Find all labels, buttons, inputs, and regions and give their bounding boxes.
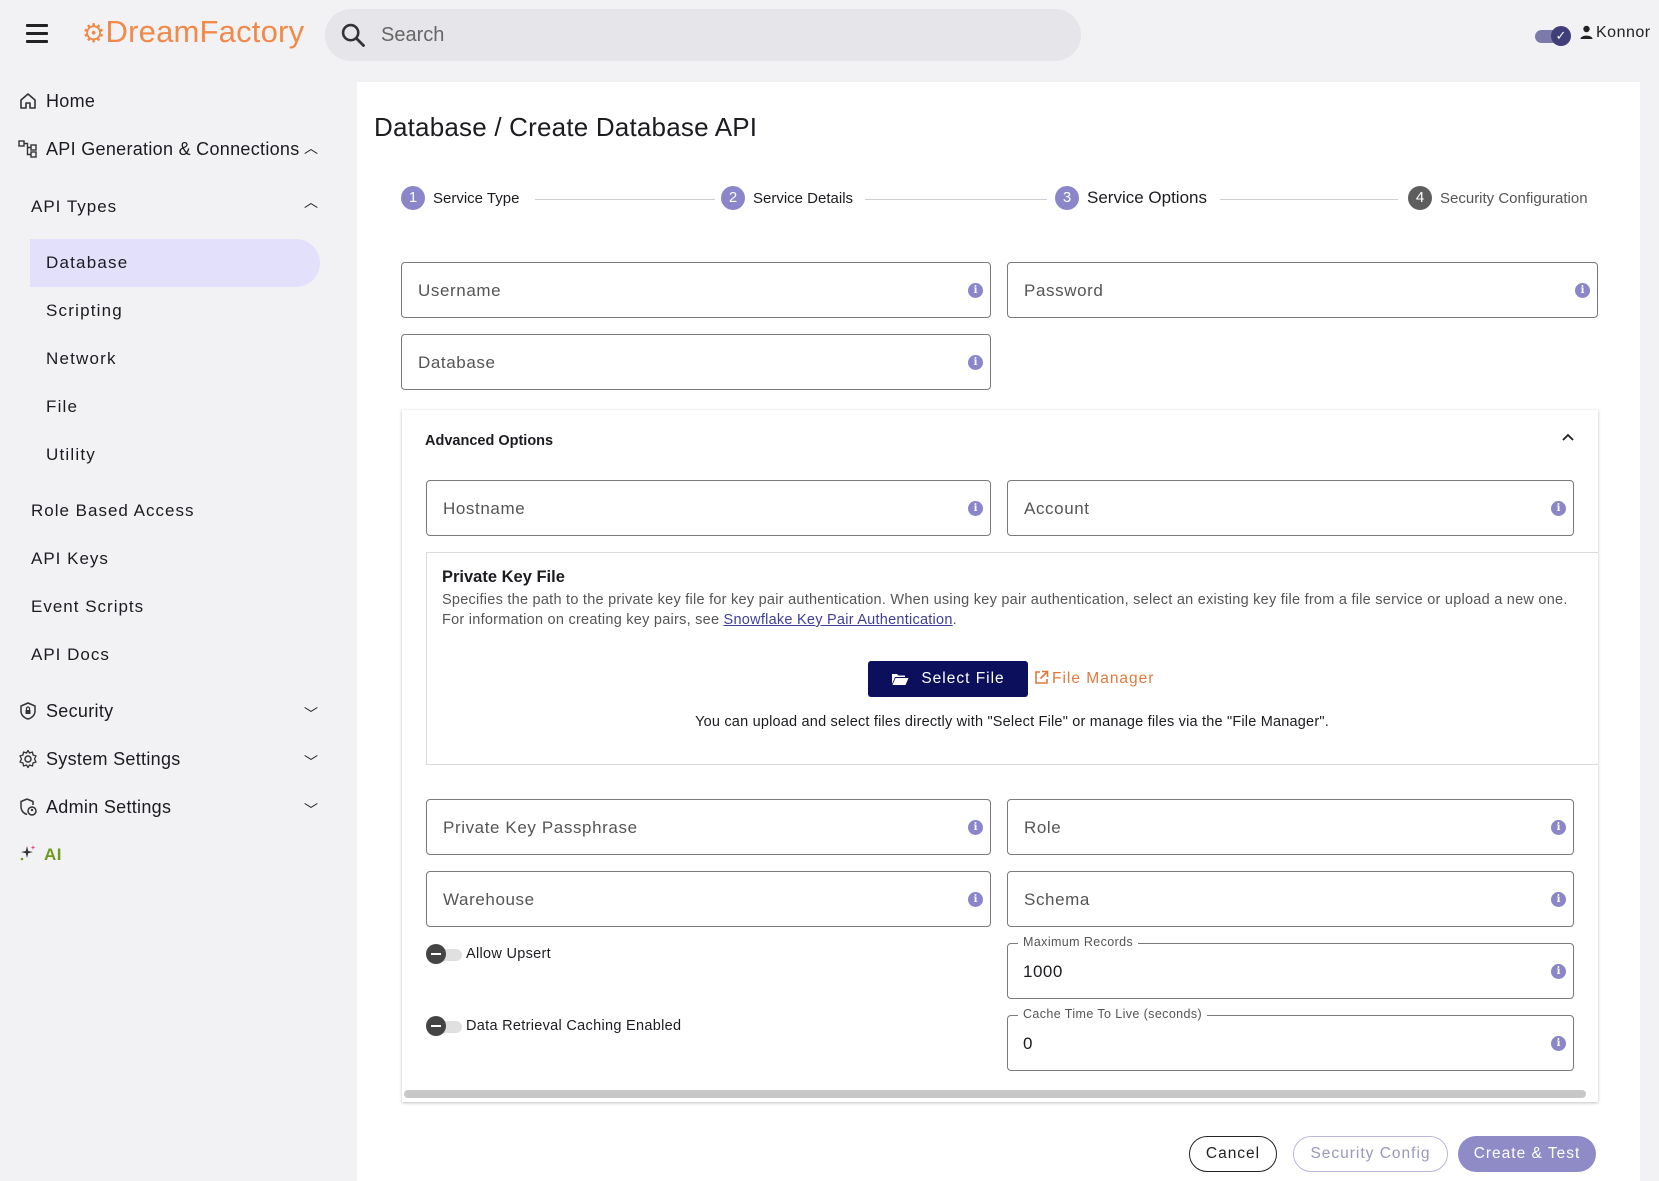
sidebar-item-api-keys[interactable]: API Keys [31, 549, 109, 569]
snowflake-key-pair-link[interactable]: Snowflake Key Pair Authentication [724, 612, 953, 628]
sidebar-item-admin-settings[interactable]: Admin Settings [18, 792, 171, 822]
info-icon[interactable]: i [968, 820, 983, 835]
sparkle-icon [20, 845, 36, 861]
private-key-note: You can upload and select files directly… [695, 714, 1329, 730]
sidebar-item-scripting[interactable]: Scripting [46, 301, 123, 321]
search-bar[interactable] [325, 9, 1081, 61]
chevron-down-icon[interactable]: ﹀ [304, 800, 318, 820]
step-security-configuration[interactable]: 4 Security Configuration [1408, 186, 1588, 210]
step-connector [865, 199, 1047, 200]
chevron-up-icon[interactable] [1561, 430, 1575, 444]
shield-icon [20, 702, 36, 720]
info-icon[interactable]: i [968, 355, 983, 370]
gear-logo-icon: ⚙ [82, 18, 106, 48]
search-input[interactable] [381, 19, 1061, 51]
info-icon[interactable]: i [1551, 501, 1566, 516]
folder-open-icon [892, 674, 909, 685]
info-icon[interactable]: i [1575, 283, 1590, 298]
sidebar-item-file[interactable]: File [46, 397, 78, 417]
schema-field[interactable]: Schema i [1007, 871, 1574, 927]
info-icon[interactable]: i [968, 892, 983, 907]
hamburger-menu-icon[interactable] [26, 24, 50, 44]
sidebar-item-event-scripts[interactable]: Event Scripts [31, 597, 144, 617]
maximum-records-field[interactable]: Maximum Records 1000 i [1007, 935, 1574, 999]
person-icon [1580, 25, 1593, 39]
role-field[interactable]: Role i [1007, 799, 1574, 855]
allow-upsert-toggle[interactable] [426, 944, 462, 964]
app-logo[interactable]: ⚙DreamFactory [82, 14, 304, 50]
sidebar-item-ai[interactable]: AI [18, 843, 62, 865]
allow-upsert-label: Allow Upsert [466, 946, 551, 962]
user-menu[interactable]: Konnor [1580, 24, 1651, 42]
step-service-details[interactable]: 2 Service Details [721, 186, 853, 210]
home-icon [20, 93, 36, 109]
sidebar-item-home[interactable]: Home [18, 86, 95, 116]
info-icon[interactable]: i [1551, 964, 1566, 979]
sidebar-item-api-docs[interactable]: API Docs [31, 645, 110, 665]
info-icon[interactable]: i [968, 283, 983, 298]
gear-icon [19, 749, 37, 769]
chevron-down-icon[interactable]: ﹀ [304, 704, 318, 724]
file-manager-link[interactable]: File Manager [1034, 670, 1154, 688]
external-link-icon [1035, 670, 1049, 684]
chevron-up-icon[interactable]: ︿ [304, 192, 318, 212]
user-name: Konnor [1596, 24, 1651, 41]
sidebar-item-api-generation[interactable]: API Generation & Connections [18, 134, 300, 164]
private-key-file-section [426, 552, 1598, 765]
horizontal-scrollbar[interactable] [404, 1090, 1586, 1098]
theme-toggle[interactable]: ✓ [1533, 26, 1571, 46]
step-connector [1220, 199, 1398, 200]
hostname-field[interactable]: Hostname i [426, 480, 991, 536]
sidebar-item-database[interactable]: Database [46, 253, 128, 273]
caching-enabled-toggle[interactable] [426, 1016, 462, 1036]
warehouse-field[interactable]: Warehouse i [426, 871, 991, 927]
select-file-button[interactable]: Select File [868, 661, 1028, 697]
cancel-button[interactable]: Cancel [1189, 1136, 1277, 1172]
security-config-button[interactable]: Security Config [1293, 1136, 1448, 1172]
check-icon: ✓ [1551, 26, 1571, 46]
chevron-down-icon[interactable]: ﹀ [304, 752, 318, 772]
sidebar-item-system-settings[interactable]: System Settings [18, 744, 181, 774]
sidebar-item-role-based-access[interactable]: Role Based Access [31, 501, 194, 521]
password-field[interactable]: Password i [1007, 262, 1598, 318]
caching-enabled-label: Data Retrieval Caching Enabled [466, 1018, 682, 1034]
sidebar-item-security[interactable]: Security [18, 696, 113, 726]
chevron-up-icon[interactable]: ︿ [304, 138, 318, 158]
top-bar: ⚙DreamFactory ✓ Konnor [0, 0, 1659, 70]
username-field[interactable]: Username i [401, 262, 991, 318]
sidebar-item-network[interactable]: Network [46, 349, 117, 369]
hierarchy-icon [18, 140, 37, 158]
database-field[interactable]: Database i [401, 334, 991, 390]
private-key-passphrase-field[interactable]: Private Key Passphrase i [426, 799, 991, 855]
step-connector [535, 199, 715, 200]
info-icon[interactable]: i [1551, 820, 1566, 835]
admin-shield-icon [20, 798, 37, 816]
create-and-test-button[interactable]: Create & Test [1458, 1136, 1596, 1172]
step-service-type[interactable]: 1 Service Type [401, 186, 519, 210]
cache-ttl-field[interactable]: Cache Time To Live (seconds) 0i [1007, 1007, 1574, 1071]
info-icon[interactable]: i [1551, 1036, 1566, 1051]
search-icon [341, 23, 365, 47]
page-title: Database / Create Database API [374, 112, 758, 142]
private-key-description: Specifies the path to the private key fi… [442, 592, 1568, 628]
private-key-title: Private Key File [442, 568, 565, 586]
info-icon[interactable]: i [968, 501, 983, 516]
sidebar-item-api-types[interactable]: API Types [31, 197, 117, 217]
advanced-options-title[interactable]: Advanced Options [425, 433, 553, 449]
sidebar-item-utility[interactable]: Utility [46, 445, 96, 465]
info-icon[interactable]: i [1551, 892, 1566, 907]
account-field[interactable]: Account i [1007, 480, 1574, 536]
step-service-options[interactable]: 3 Service Options [1055, 186, 1207, 210]
